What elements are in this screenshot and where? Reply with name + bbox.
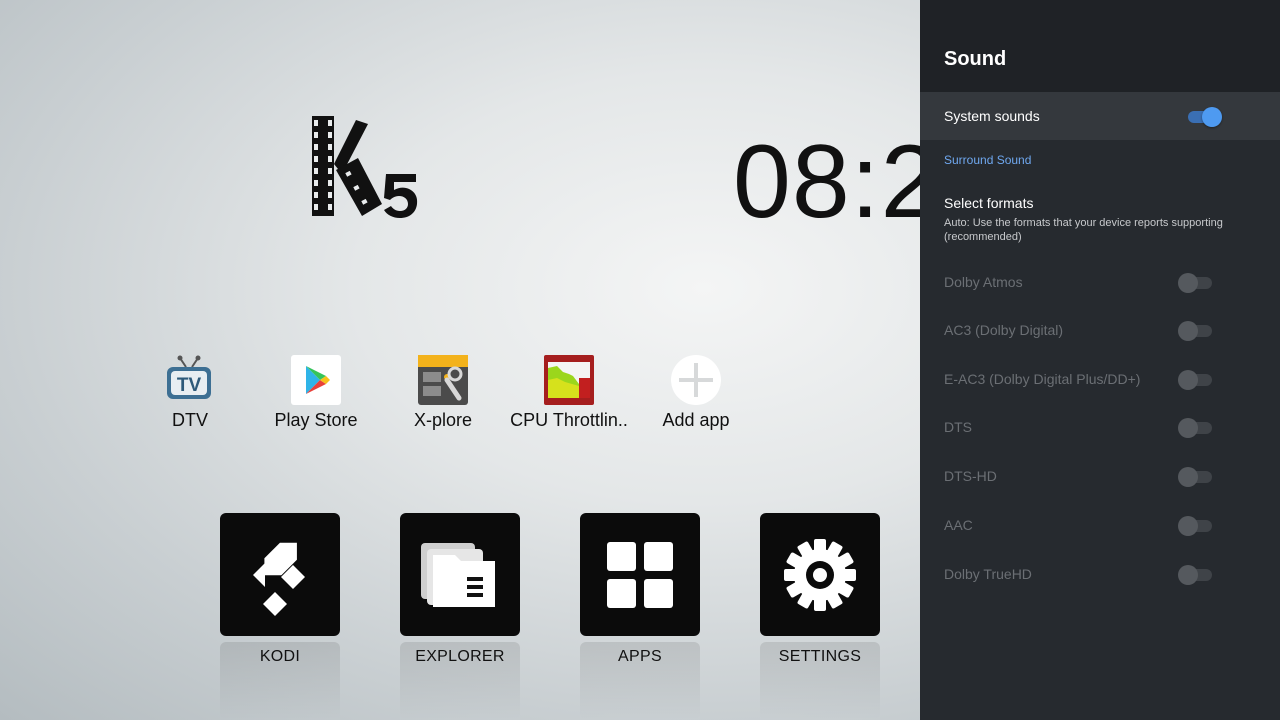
shortcut-play-store[interactable]: Play Store — [256, 354, 376, 434]
launcher-home: 08:2 TV DTV Play Store X-plore CPU Throt… — [0, 0, 920, 720]
format-toggle[interactable] — [1178, 515, 1214, 536]
format-label: Dolby Atmos — [944, 274, 1023, 290]
format-row-dolby-truehd[interactable]: Dolby TrueHD — [920, 554, 1280, 594]
tile-explorer[interactable] — [400, 513, 520, 636]
toggle-thumb — [1178, 467, 1198, 487]
format-row-dts[interactable]: DTS — [920, 407, 1280, 447]
select-formats-description: Auto: Use the formats that your device r… — [944, 217, 1223, 243]
format-toggle[interactable] — [1178, 320, 1214, 341]
format-row-ac3[interactable]: AC3 (Dolby Digital) — [920, 310, 1280, 350]
toggle-thumb — [1202, 107, 1222, 127]
tile-settings[interactable] — [760, 513, 880, 636]
surround-sound-section-title: Surround Sound — [944, 153, 1032, 167]
format-label: Dolby TrueHD — [944, 566, 1032, 582]
format-label: AAC — [944, 517, 973, 533]
tv-icon: TV — [164, 354, 216, 406]
format-row-dolby-atmos[interactable]: Dolby Atmos — [920, 262, 1280, 302]
format-toggle[interactable] — [1178, 466, 1214, 487]
clock: 08:2 — [733, 124, 920, 240]
toggle-thumb — [1178, 516, 1198, 536]
add-icon — [670, 354, 722, 406]
format-row-aac[interactable]: AAC — [920, 505, 1280, 545]
play-store-icon — [290, 354, 342, 406]
tile-apps[interactable] — [580, 513, 700, 636]
shortcut-xplore[interactable]: X-plore — [383, 354, 503, 434]
system-sounds-label: System sounds — [944, 108, 1040, 124]
tile-label: SETTINGS — [778, 648, 862, 665]
tile-label: KODI — [259, 648, 301, 665]
grid-icon — [607, 541, 673, 608]
shortcut-add-app[interactable]: Add app — [636, 354, 756, 434]
shortcut-label: Add app — [662, 410, 730, 430]
format-row-dts-hd[interactable]: DTS-HD — [920, 456, 1280, 496]
format-label: DTS-HD — [944, 468, 997, 484]
format-toggle[interactable] — [1178, 417, 1214, 438]
format-label: E-AC3 (Dolby Digital Plus/DD+) — [944, 371, 1141, 387]
format-label: AC3 (Dolby Digital) — [944, 322, 1064, 338]
format-toggle[interactable] — [1178, 272, 1214, 293]
toggle-thumb — [1178, 321, 1198, 341]
format-toggle[interactable] — [1178, 369, 1214, 390]
shortcut-label: DTV — [172, 410, 208, 430]
folder-icon — [421, 542, 495, 607]
gear-icon — [784, 538, 856, 611]
format-toggle[interactable] — [1178, 564, 1214, 585]
kodi-icon — [253, 542, 305, 616]
shortcut-label: X-plore — [413, 410, 473, 430]
panel-header: Sound — [920, 0, 1280, 92]
toggle-thumb — [1178, 273, 1198, 293]
xplore-icon — [417, 354, 469, 406]
toggle-thumb — [1178, 565, 1198, 585]
toggle-thumb — [1178, 370, 1198, 390]
tile-label: APPS — [618, 648, 662, 665]
tile-kodi[interactable] — [220, 513, 340, 636]
select-formats-item[interactable]: Select formats Auto: Use the formats tha… — [920, 188, 1280, 252]
sound-settings-panel: Sound System sounds Surround Sound Selec… — [920, 0, 1280, 720]
shortcut-cpu-throttling[interactable]: CPU Throttlin.. — [509, 354, 629, 434]
svg-text:TV: TV — [177, 375, 202, 396]
format-row-eac3[interactable]: E-AC3 (Dolby Digital Plus/DD+) — [920, 359, 1280, 399]
k5-logo-icon — [312, 116, 418, 218]
format-label: DTS — [944, 419, 972, 435]
panel-title: Sound — [944, 48, 1007, 70]
tile-label: EXPLORER — [415, 648, 505, 665]
system-sounds-row[interactable]: System sounds — [920, 92, 1280, 140]
shortcut-dtv[interactable]: TV DTV — [130, 354, 250, 434]
toggle-thumb — [1178, 418, 1198, 438]
system-sounds-toggle[interactable] — [1186, 106, 1222, 127]
cpu-throttling-icon — [543, 354, 595, 406]
shortcut-label: CPU Throttlin.. — [510, 410, 628, 430]
select-formats-title: Select formats — [944, 195, 1034, 211]
shortcut-label: Play Store — [274, 410, 358, 430]
